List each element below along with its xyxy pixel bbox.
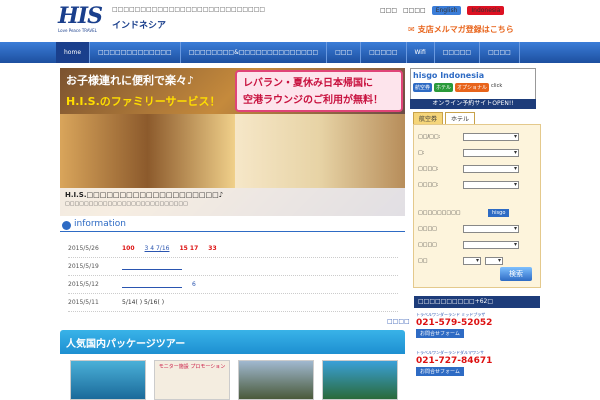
info-date: 2015/5/19 xyxy=(68,263,99,270)
search-tabs: 航空券 ホテル xyxy=(413,112,476,124)
nav-item-3[interactable]: □□□□□□□□&□□□□□□□□□□□□□□ xyxy=(181,42,328,63)
info-row[interactable]: 2015/5/26 100 3 4 7/16 15 17 33 xyxy=(68,240,398,258)
hero-banner[interactable]: お子様連れに便利で楽々♪ H.I.S.のファミリーサービス！ レバラン・夏休み日… xyxy=(60,68,405,216)
nav-item-home[interactable]: home xyxy=(56,42,91,63)
mailmag-banner[interactable]: ✉ 支店メルマガ登録はこちら xyxy=(408,21,540,37)
mail-icon: ✉ xyxy=(408,24,415,34)
form-label: □□/□□: xyxy=(418,134,441,140)
hero-promo-box: レバラン・夏休み日本帰国に 空港ラウンジのご利用が無料！ xyxy=(235,70,403,112)
form-label: □□□□: xyxy=(418,166,439,172)
information-heading: information xyxy=(60,219,405,232)
form-select[interactable] xyxy=(485,257,503,265)
top-links: □□□ □□□□ English Indonesia xyxy=(380,6,505,15)
hero-promo-line-1: レバラン・夏休み日本帰国に xyxy=(243,78,373,89)
form-label: □□□□ xyxy=(418,226,437,232)
tab-hotel[interactable]: ホテル xyxy=(445,112,476,124)
his-logo[interactable]: HIS Love Peace TRAVEL xyxy=(58,5,108,38)
lang-indonesia-button[interactable]: Indonesia xyxy=(467,6,505,15)
hisgo-open-bar[interactable]: オンライン予約サイトOPEN!! xyxy=(410,99,536,109)
tour-thumbnails: モニター施設 プロモーション xyxy=(70,360,398,400)
contact-form-button[interactable]: お問合せフォーム xyxy=(416,367,464,376)
info-link[interactable]: 3 4 7/16 xyxy=(145,245,170,252)
info-text: 5/14( ) 5/16( ) xyxy=(122,299,165,306)
info-text: 15 17 xyxy=(179,245,199,252)
contact-item: トラベルワンダーランドダルマワンサ 021-727-84671 お問合せフォーム xyxy=(414,348,540,382)
form-label: □□□□ xyxy=(418,242,437,248)
search-button[interactable]: 検索 xyxy=(500,267,532,281)
hisgo-pill: 航空券 xyxy=(413,83,433,92)
info-row[interactable]: 2015/5/11 5/14( ) 5/16( ) xyxy=(68,294,398,312)
info-text: 6 xyxy=(192,281,196,288)
hisgo-pill: オプショナル xyxy=(455,83,490,92)
nav-item-5[interactable]: □□□□□ xyxy=(361,42,407,63)
info-date: 2015/5/11 xyxy=(68,299,99,306)
search-form: □□/□□: □: □□□□: □□□□: □□□□□□□□□hisgo □□□… xyxy=(413,124,541,288)
logo-text: HIS xyxy=(58,3,103,29)
mailmag-label: 支店メルマガ登録はこちら xyxy=(417,24,514,34)
hero-caption: H.I.S.□□□□□□□□□□□□□□□□□□□□♪ □□□□□□□□□□□□… xyxy=(60,188,405,216)
form-select[interactable] xyxy=(463,165,519,173)
tour-thumb[interactable] xyxy=(322,360,398,400)
form-label: □□□□□□□□□ xyxy=(418,210,461,216)
nav-item-4[interactable]: □□□ xyxy=(327,42,362,63)
info-link[interactable] xyxy=(122,282,182,288)
top-link-2[interactable]: □□□□ xyxy=(403,7,426,14)
contact-item: トラベルワンダーランド ミッドプラザ 021-579-52052 お問合せフォー… xyxy=(414,310,540,344)
top-link-1[interactable]: □□□ xyxy=(380,7,397,14)
contact-number: 021-727-84671 xyxy=(416,356,493,366)
lang-english-button[interactable]: English xyxy=(431,6,462,15)
info-row[interactable]: 2015/5/12 6 xyxy=(68,276,398,294)
form-select[interactable] xyxy=(463,181,519,189)
site-tagline: □□□□□□□□□□□□□□□□□□□□□□□□□□□ xyxy=(112,6,266,13)
hero-line-2: H.I.S.のファミリーサービス！ xyxy=(66,95,221,108)
info-link[interactable] xyxy=(122,264,182,270)
form-select[interactable] xyxy=(463,225,519,233)
form-select[interactable] xyxy=(463,257,481,265)
contact-heading: □□□□□□□□□□+62□ xyxy=(414,296,540,308)
form-select[interactable] xyxy=(463,133,519,141)
info-icon xyxy=(62,221,71,230)
form-label: □□ xyxy=(418,258,428,264)
site-name: インドネシア xyxy=(112,21,167,31)
nav-item-2[interactable]: □□□□□□□□□□□□□ xyxy=(90,42,181,63)
form-select[interactable] xyxy=(463,149,519,157)
nav-item-8[interactable]: □□□□ xyxy=(480,42,520,63)
hero-caption-title: H.I.S.□□□□□□□□□□□□□□□□□□□□♪ xyxy=(65,191,224,199)
hisgo-pill: ホテル xyxy=(434,83,454,92)
contact-number: 021-579-52052 xyxy=(416,318,493,328)
tour-thumb[interactable]: モニター施設 プロモーション xyxy=(154,360,230,400)
hero-line-1: お子様連れに便利で楽々♪ xyxy=(66,74,195,87)
contact-form-button[interactable]: お問合せフォーム xyxy=(416,329,464,338)
hero-image-family xyxy=(235,114,405,188)
hero-caption-sub: □□□□□□□□□□□□□□□□□□□□□□□□□□ xyxy=(65,201,188,207)
main-nav: home □□□□□□□□□□□□□ □□□□□□□□&□□□□□□□□□□□□… xyxy=(0,42,600,63)
info-row[interactable]: 2015/5/19 xyxy=(68,258,398,276)
info-text: 100 xyxy=(122,245,135,252)
hero-promo-line-2: 空港ラウンジのご利用が無料！ xyxy=(243,95,383,106)
info-text: 33 xyxy=(208,245,217,252)
form-label: □: xyxy=(418,150,425,156)
hisgo-link[interactable]: hisgo xyxy=(488,209,510,217)
tour-thumb[interactable] xyxy=(238,360,314,400)
hisgo-title: hisgo Indonesia xyxy=(413,71,485,80)
tour-thumb[interactable] xyxy=(70,360,146,400)
popular-tours-heading: 人気国内パッケージツアー xyxy=(60,330,405,354)
tab-air[interactable]: 航空券 xyxy=(413,112,444,124)
info-date: 2015/5/12 xyxy=(68,281,99,288)
info-date: 2015/5/26 xyxy=(68,245,99,252)
hisgo-click: click xyxy=(491,83,503,89)
info-more-link[interactable]: □□□□ xyxy=(387,318,410,325)
hero-image-lounge xyxy=(60,114,235,188)
information-title: information xyxy=(74,219,126,229)
form-select[interactable] xyxy=(463,241,519,249)
form-label: □□□□: xyxy=(418,182,439,188)
nav-item-wifi[interactable]: Wifi xyxy=(407,42,435,63)
nav-item-7[interactable]: □□□□□ xyxy=(435,42,481,63)
